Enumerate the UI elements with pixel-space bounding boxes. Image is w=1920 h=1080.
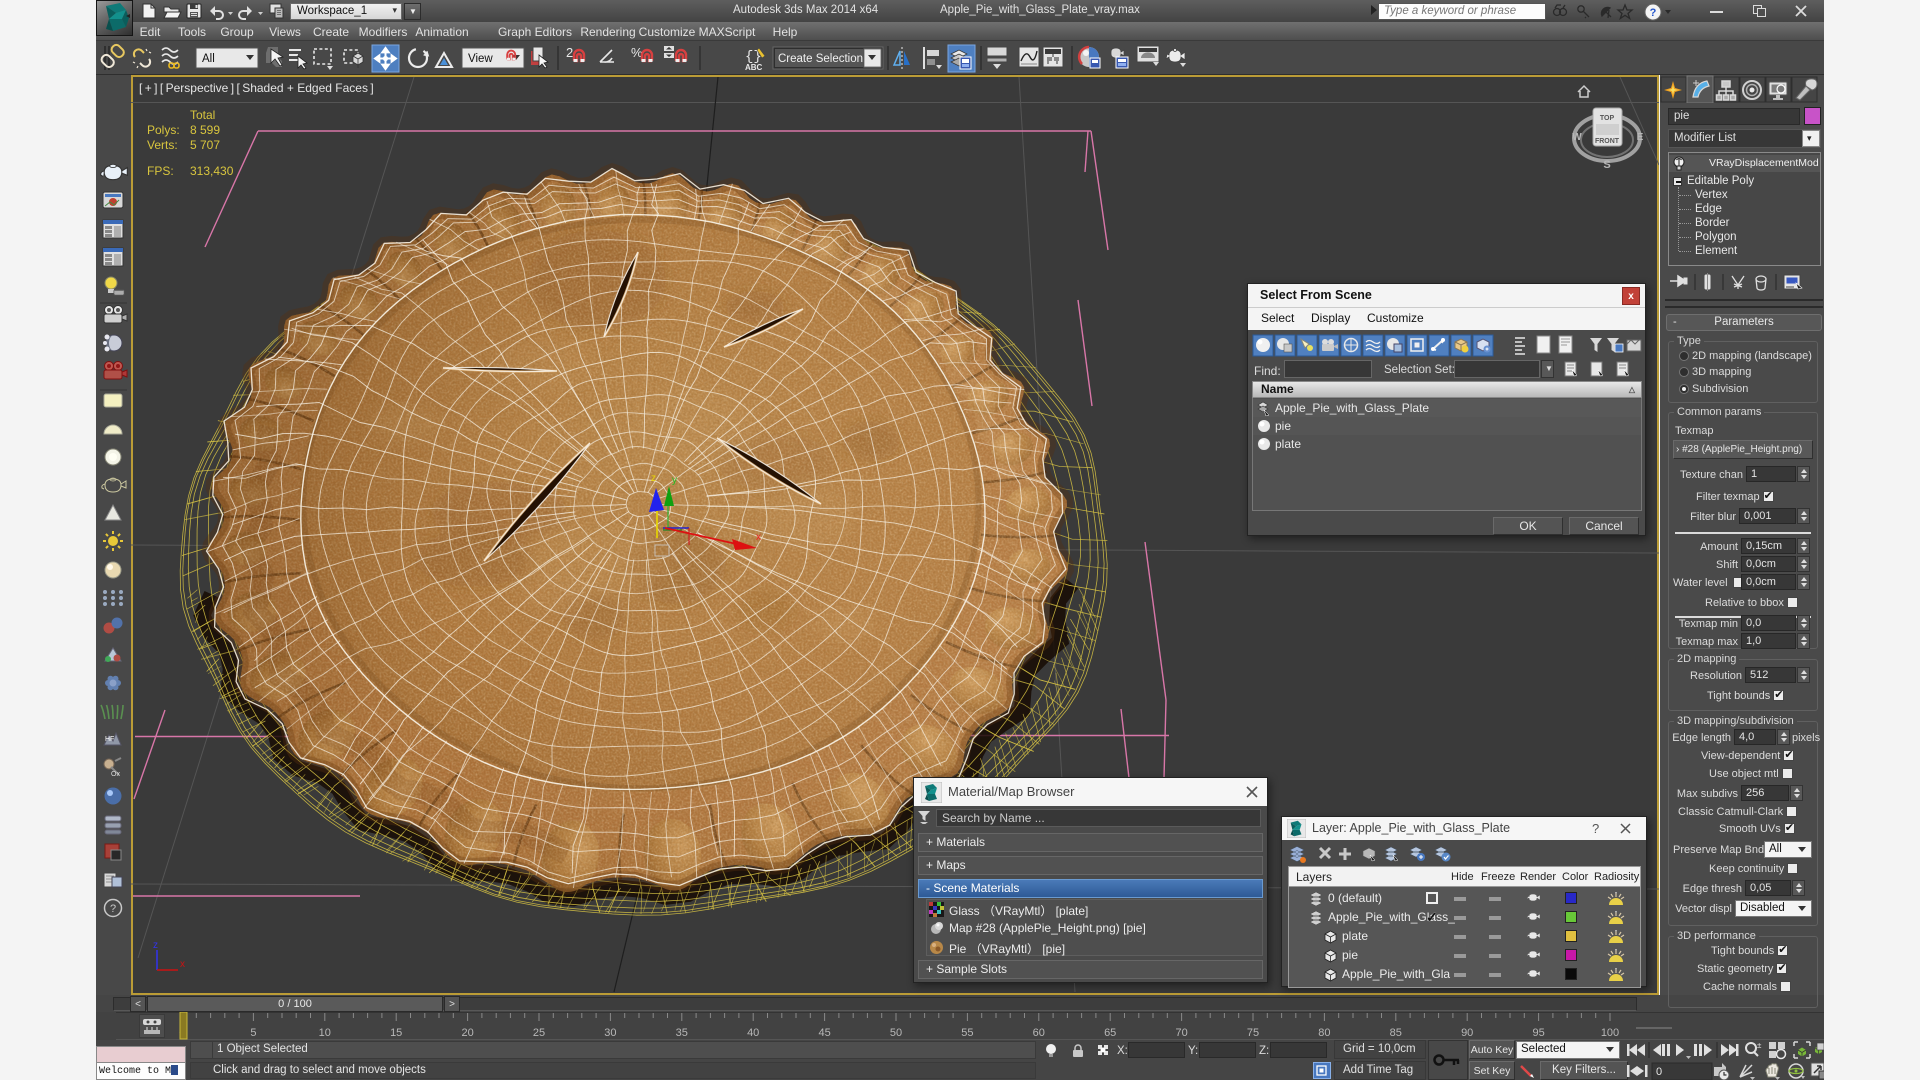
svg-text:y: y <box>672 475 677 486</box>
svg-text:FRONT: FRONT <box>1595 138 1620 145</box>
svg-text:ABC: ABC <box>745 63 763 72</box>
svg-text:90: 90 <box>1461 1027 1473 1039</box>
svg-text:2: 2 <box>566 45 573 60</box>
svg-text:60: 60 <box>1033 1027 1045 1039</box>
svg-text:TOP: TOP <box>1600 115 1615 122</box>
svg-text:?: ? <box>1650 7 1657 19</box>
svg-text:±: ± <box>1757 1041 1762 1050</box>
svg-text:25: 25 <box>533 1027 545 1039</box>
svg-text:E: E <box>1637 132 1644 143</box>
svg-text:View: View <box>468 53 493 65</box>
svg-text:65: 65 <box>1104 1027 1116 1039</box>
svg-text:30: 30 <box>604 1027 616 1039</box>
svg-text:35: 35 <box>676 1027 688 1039</box>
svg-text:80: 80 <box>1318 1027 1330 1039</box>
svg-text:40: 40 <box>747 1027 759 1039</box>
svg-text:55: 55 <box>961 1027 973 1039</box>
svg-text:50: 50 <box>890 1027 902 1039</box>
svg-text:All: All <box>202 53 215 65</box>
svg-text:S: S <box>1603 159 1610 171</box>
svg-text:85: 85 <box>1390 1027 1402 1039</box>
svg-text:z: z <box>651 473 656 484</box>
svg-text:20: 20 <box>461 1027 473 1039</box>
svg-text:x: x <box>756 532 761 543</box>
svg-text:z: z <box>153 940 158 951</box>
svg-text:?: ? <box>110 903 116 915</box>
svg-text:10: 10 <box>319 1027 331 1039</box>
svg-text:45: 45 <box>818 1027 830 1039</box>
svg-text:70: 70 <box>1175 1027 1187 1039</box>
svg-text:95: 95 <box>1532 1027 1544 1039</box>
svg-text:15: 15 <box>390 1027 402 1039</box>
svg-text:5: 5 <box>250 1027 256 1039</box>
svg-text:HF: HF <box>105 736 114 743</box>
svg-text:100: 100 <box>1601 1027 1619 1039</box>
svg-text:0: 0 <box>1656 1066 1662 1078</box>
svg-text:75: 75 <box>1247 1027 1259 1039</box>
svg-text:x: x <box>180 959 185 970</box>
svg-text:W: W <box>1572 132 1582 143</box>
svg-text:Ox: Ox <box>111 771 120 778</box>
